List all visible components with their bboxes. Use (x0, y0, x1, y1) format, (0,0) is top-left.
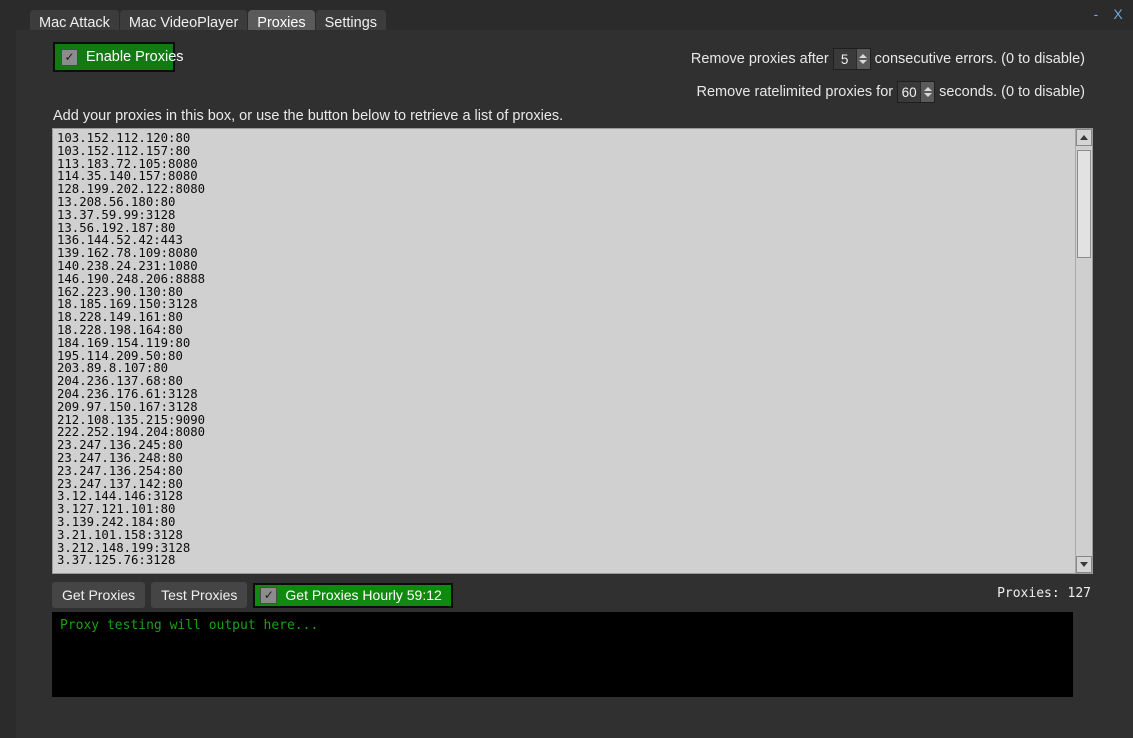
consecutive-errors-stepper[interactable]: 5 (832, 48, 871, 70)
chevron-down-icon[interactable] (859, 60, 868, 64)
close-icon[interactable]: X (1107, 3, 1129, 25)
scroll-down-button[interactable] (1076, 556, 1092, 573)
consecutive-errors-arrows[interactable] (855, 49, 870, 69)
scrollbar-track[interactable] (1076, 146, 1092, 556)
remove-ratelimited-suffix: seconds. (0 to disable) (939, 84, 1085, 100)
enable-proxies-label: Enable Proxies (86, 49, 184, 65)
scroll-up-button[interactable] (1076, 129, 1092, 146)
get-proxies-button[interactable]: Get Proxies (52, 582, 146, 608)
proxy-list-scrollbar[interactable] (1075, 129, 1092, 573)
get-proxies-hourly-label: Get Proxies Hourly 59:12 (285, 587, 442, 603)
test-proxies-button[interactable]: Test Proxies (151, 582, 248, 608)
remove-after-errors-prefix: Remove proxies after (690, 51, 829, 67)
enable-proxies-button[interactable]: ✓ Enable Proxies (53, 42, 184, 72)
remove-ratelimited-prefix: Remove ratelimited proxies for (696, 84, 894, 100)
scrollbar-thumb[interactable] (1077, 150, 1091, 258)
chevron-down-icon[interactable] (923, 93, 932, 97)
get-proxies-hourly-button[interactable]: ✓ Get Proxies Hourly 59:12 (253, 582, 453, 608)
remove-after-errors-row: Remove proxies after 5 consecutive error… (691, 48, 1085, 70)
proxy-box-hint: Add your proxies in this box, or use the… (53, 108, 564, 124)
proxy-test-output: Proxy testing will output here... (52, 612, 1073, 697)
ratelimit-seconds-stepper[interactable]: 60 (897, 81, 936, 103)
proxy-actions-row: Get Proxies Test Proxies ✓ Get Proxies H… (52, 582, 453, 608)
proxy-list-box[interactable]: 103.152.112.120:80 103.152.112.157:80 11… (52, 128, 1093, 574)
triangle-up-icon (1080, 135, 1088, 140)
enable-proxies-checkbox[interactable]: ✓ (61, 48, 78, 66)
remove-after-errors-suffix: consecutive errors. (0 to disable) (874, 51, 1085, 67)
window-controls: - X (1085, 3, 1129, 25)
get-proxies-hourly-checkbox[interactable]: ✓ (260, 586, 278, 604)
proxy-count-status: Proxies: 127 (997, 586, 1091, 601)
terminal-line: Proxy testing will output here... (60, 618, 319, 633)
chevron-up-icon[interactable] (923, 87, 932, 91)
minimize-icon[interactable]: - (1085, 3, 1107, 25)
proxies-panel: ✓ Enable Proxies Remove proxies after 5 … (16, 30, 1133, 738)
consecutive-errors-value[interactable]: 5 (834, 49, 856, 69)
chevron-up-icon[interactable] (859, 54, 868, 58)
remove-ratelimited-row: Remove ratelimited proxies for 60 second… (696, 81, 1085, 103)
ratelimit-seconds-value[interactable]: 60 (898, 82, 920, 102)
proxy-list-textarea[interactable]: 103.152.112.120:80 103.152.112.157:80 11… (53, 129, 1075, 573)
triangle-down-icon (1080, 562, 1088, 567)
ratelimit-seconds-arrows[interactable] (920, 82, 935, 102)
